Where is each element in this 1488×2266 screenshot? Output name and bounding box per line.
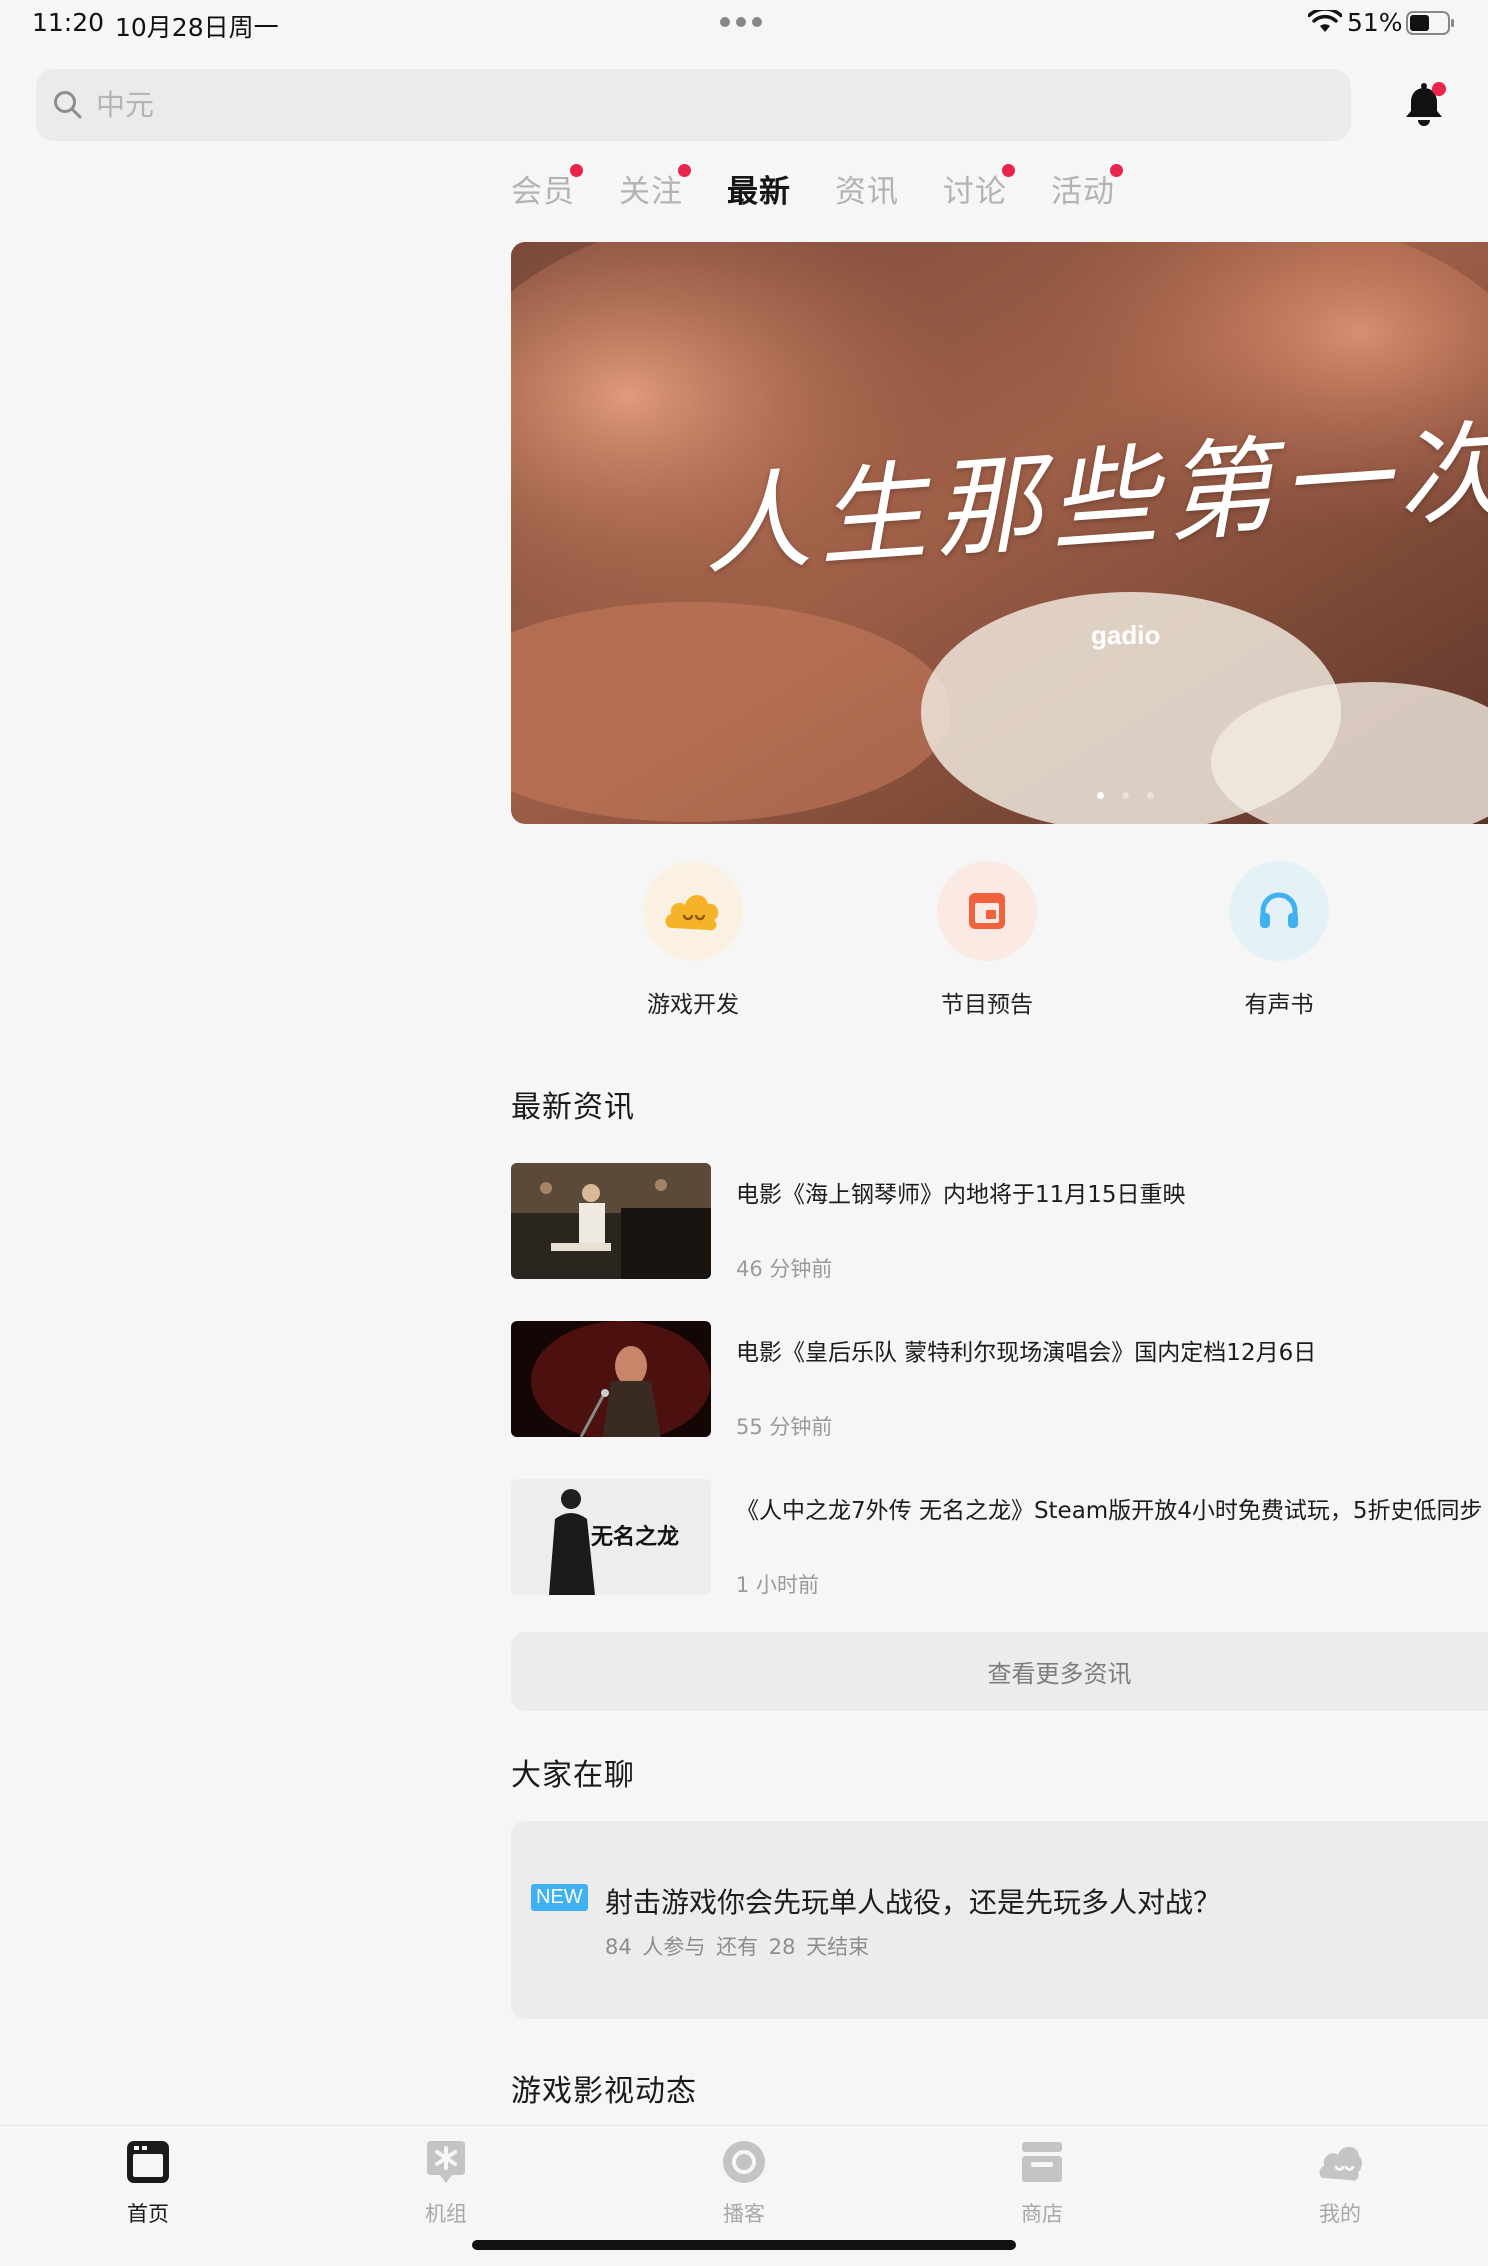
store-icon xyxy=(1022,2142,1062,2182)
tabbar-profile[interactable]: 我的 xyxy=(1280,2138,1400,2228)
tabbar-crew[interactable]: 机组 xyxy=(386,2138,506,2228)
search-bar[interactable] xyxy=(36,69,1351,141)
unread-dot xyxy=(678,164,691,177)
calendar-icon xyxy=(937,861,1037,961)
home-indicator[interactable] xyxy=(472,2240,1016,2250)
unread-dot xyxy=(570,164,583,177)
section-title-news: 最新资讯 xyxy=(511,1090,635,1125)
battery-percent: 51% xyxy=(1347,8,1403,37)
discussion-card[interactable]: NEW 射击游戏你会先玩单人战役，还是先玩多人对战？ 84 人参与 还有 28 … xyxy=(511,1821,1488,2019)
tabbar-home[interactable]: 首页 xyxy=(88,2138,208,2228)
new-badge: NEW xyxy=(531,1884,588,1911)
gadio-logo: gadio xyxy=(1091,620,1161,650)
tabbar-label: 我的 xyxy=(1319,2202,1361,2226)
status-bar: 11:20 10月28日周一 51% xyxy=(0,0,1488,48)
search-icon xyxy=(54,91,82,119)
profile-icon xyxy=(1319,2146,1362,2181)
tab-discussion[interactable]: 讨论 xyxy=(943,164,1015,216)
section-title-video: 游戏影视动态 xyxy=(511,2074,697,2109)
news-title: 电影《海上钢琴师》内地将于11月15日重映 xyxy=(736,1182,1186,1208)
shortcut-game-dev[interactable]: 游戏开发 xyxy=(603,861,783,1019)
battery-icon xyxy=(1406,11,1454,35)
shortcut-label: 节目预告 xyxy=(941,992,1033,1018)
tab-events[interactable]: 活动 xyxy=(1051,164,1123,216)
discussion-title: 射击游戏你会先玩单人战役，还是先玩多人对战？ xyxy=(605,1886,1222,1919)
hero-banner[interactable]: 人生那些第一次 gadio xyxy=(511,242,1488,824)
news-item[interactable]: 无名之龙 《人中之龙7外传 无名之龙》Steam版开放4小时免费试玩，5折史低同… xyxy=(511,1479,1488,1597)
news-item[interactable]: 电影《皇后乐队 蒙特利尔现场演唱会》国内定档12月6日 55 分钟前 xyxy=(511,1321,1488,1439)
more-news-button[interactable]: 查看更多资讯 xyxy=(511,1632,1488,1711)
tabbar-label: 首页 xyxy=(127,2202,169,2226)
tab-following[interactable]: 关注 xyxy=(619,164,691,216)
news-title: 电影《皇后乐队 蒙特利尔现场演唱会》国内定档12月6日 xyxy=(736,1340,1317,1366)
discussion-meta: 84 人参与 还有 28 天结束 xyxy=(605,1935,870,1959)
status-time: 11:20 xyxy=(32,8,105,37)
cloud-face-icon xyxy=(643,861,743,961)
multitasking-dots-icon[interactable] xyxy=(720,17,762,27)
shortcut-label: 有声书 xyxy=(1244,992,1314,1018)
tabbar-label: 商店 xyxy=(1021,2202,1063,2226)
shortcut-label: 游戏开发 xyxy=(647,992,739,1018)
shortcut-audiobook[interactable]: 有声书 xyxy=(1189,861,1369,1019)
notification-bell-icon[interactable] xyxy=(1403,80,1449,130)
news-time: 46 分钟前 xyxy=(736,1257,833,1281)
tab-member[interactable]: 会员 xyxy=(511,164,583,216)
category-tabs: 会员 关注 最新 资讯 讨论 活动 xyxy=(511,164,1123,216)
news-thumbnail: 无名之龙 xyxy=(511,1479,711,1595)
news-time: 55 分钟前 xyxy=(736,1415,833,1439)
tabbar-label: 播客 xyxy=(723,2202,765,2226)
tabbar-podcast[interactable]: 播客 xyxy=(684,2138,804,2228)
tabbar-store[interactable]: 商店 xyxy=(982,2138,1102,2228)
headphones-icon xyxy=(1229,861,1329,961)
news-time: 1 小时前 xyxy=(736,1573,820,1597)
news-thumbnail xyxy=(511,1163,711,1279)
podcast-icon xyxy=(723,2141,765,2183)
news-item[interactable]: 电影《海上钢琴师》内地将于11月15日重映 46 分钟前 xyxy=(511,1163,1488,1281)
banner-page-indicator xyxy=(1097,792,1154,799)
tab-news[interactable]: 资讯 xyxy=(835,166,899,216)
tabbar-label: 机组 xyxy=(425,2202,467,2226)
status-date: 10月28日周一 xyxy=(115,13,279,42)
section-title-chat: 大家在聊 xyxy=(511,1758,635,1793)
shortcut-schedule[interactable]: 节目预告 xyxy=(897,861,1077,1019)
unread-dot xyxy=(1110,164,1123,177)
tab-latest[interactable]: 最新 xyxy=(727,166,791,216)
thumbnail-text: 无名之龙 xyxy=(591,1524,680,1550)
news-title: 《人中之龙7外传 无名之龙》Steam版开放4小时免费试玩，5折史低同步 xyxy=(736,1498,1483,1524)
news-thumbnail xyxy=(511,1321,711,1437)
search-input[interactable] xyxy=(96,69,1296,141)
wifi-icon xyxy=(1308,10,1342,32)
crew-icon xyxy=(427,2141,465,2183)
home-icon xyxy=(127,2141,169,2183)
unread-dot xyxy=(1002,164,1015,177)
